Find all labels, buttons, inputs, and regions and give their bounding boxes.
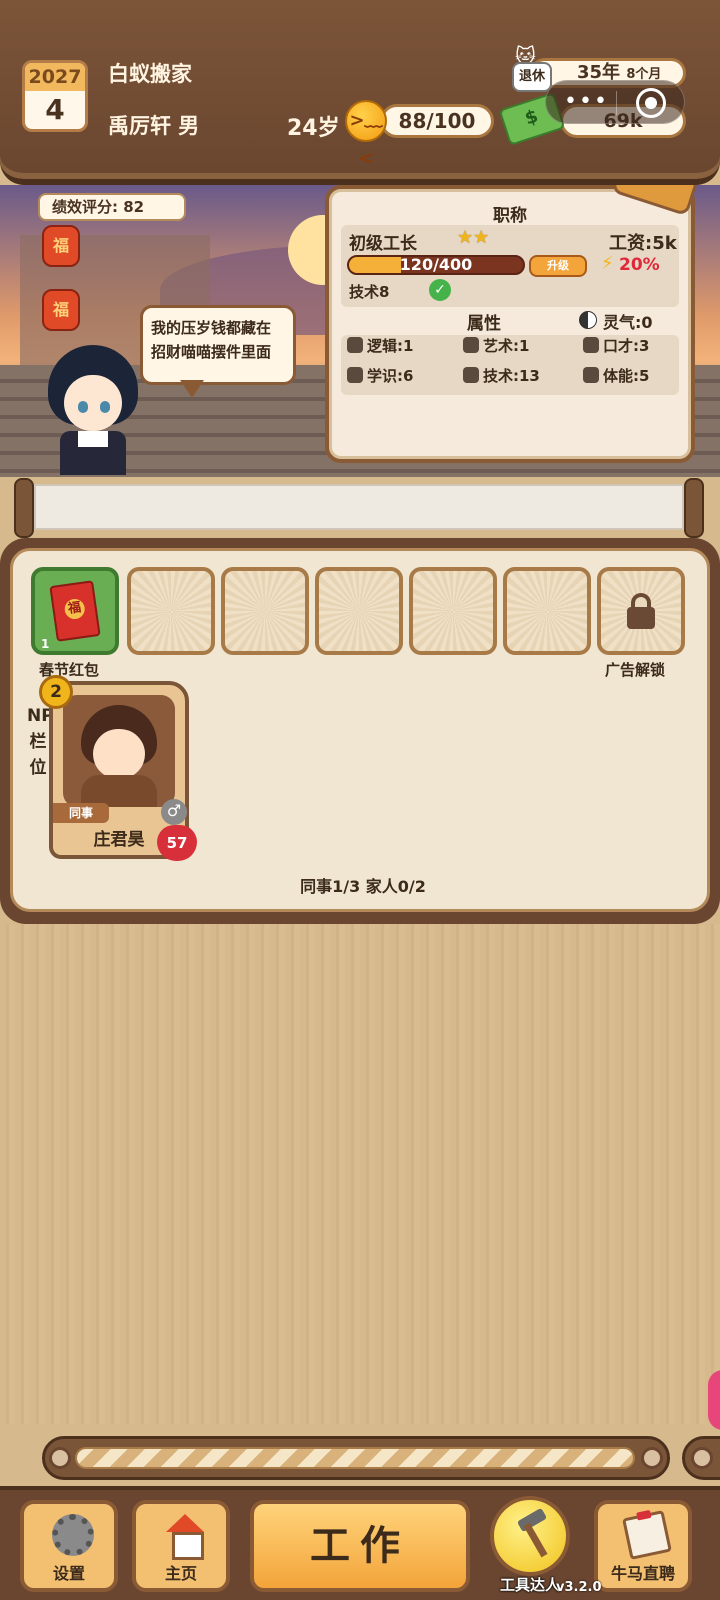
rivet <box>691 1447 713 1469</box>
scroll-roller-right <box>684 478 704 538</box>
attribute-item: 逻辑:1 <box>347 335 413 356</box>
attribute-item: 学识:6 <box>347 365 413 386</box>
lock-icon <box>627 593 655 629</box>
player-name-gender: 禹厉轩 男 <box>108 114 200 138</box>
rivet <box>49 1447 71 1469</box>
home-label: 主页 <box>164 1564 197 1583</box>
inventory-slot-empty[interactable] <box>315 567 403 655</box>
attribute-item: 口才:3 <box>583 335 649 356</box>
performance-score: 绩效评分: 82 <box>38 193 186 221</box>
inventory-slot-empty[interactable] <box>127 567 215 655</box>
npc-portrait <box>63 695 175 807</box>
npc-level-badge: 2 <box>39 675 73 709</box>
luck-value: 灵气:0 <box>603 313 653 332</box>
npc-role-tag: 同事 <box>53 803 109 823</box>
home-button[interactable]: 主页 <box>132 1500 230 1592</box>
recruit-button[interactable]: 牛马直聘 <box>594 1500 692 1592</box>
lips-icon <box>583 337 599 353</box>
scroll-roller-left <box>14 478 34 538</box>
bonus-percent: 20% <box>619 255 660 275</box>
ad-unlock-label: 广告解锁 <box>605 661 666 679</box>
close-miniprogram-icon[interactable] <box>636 88 666 118</box>
speech-bubble-tail <box>180 380 204 398</box>
attribute-item: 体能:5 <box>583 365 649 386</box>
lightning-icon: ⚡ <box>601 253 614 274</box>
calendar: 2027 4 <box>22 60 88 132</box>
inventory-slot-empty[interactable] <box>221 567 309 655</box>
mood-value: 88/100 <box>380 104 494 138</box>
retire-tag: 退休 <box>512 62 552 92</box>
job-title: 初级工长 <box>349 234 417 254</box>
npc-slot-label: NPC栏位 <box>27 706 67 778</box>
capsule-divider <box>616 91 617 115</box>
miniprogram-capsule[interactable]: ••• <box>545 80 685 124</box>
salary: 工资:5k <box>609 233 677 254</box>
version-text: v3.2.0 <box>556 1580 602 1595</box>
game-scene: 福 福 绩效评分: 82 我的压岁钱都藏在招财喵喵摆件里面 职称 初级工长 ★★… <box>0 185 720 477</box>
shield-heart-icon <box>583 367 599 383</box>
brain-icon <box>347 337 363 353</box>
tech-requirement: 技术8 <box>349 283 390 301</box>
bottom-nav: 设置 主页 工作 工具达人 牛马直聘 v3.2.0 <box>0 1486 720 1600</box>
book-icon <box>347 367 363 383</box>
inventory-slot-empty[interactable] <box>409 567 497 655</box>
npc-name: 庄君昊 <box>93 830 145 850</box>
calendar-month: 4 <box>45 93 65 126</box>
monitor-icon <box>463 367 479 383</box>
hammer-icon <box>514 1514 554 1560</box>
npc-card[interactable]: 2 同事 ♂ 庄君昊 57 <box>39 675 197 861</box>
inventory-slot-locked[interactable] <box>597 567 685 655</box>
recruit-label: 牛马直聘 <box>610 1564 675 1583</box>
player-character[interactable] <box>48 345 138 475</box>
gear-icon <box>52 1514 94 1556</box>
more-icon[interactable]: ••• <box>564 89 609 114</box>
speech-bubble: 我的压岁钱都藏在招财喵喵摆件里面 <box>140 305 296 385</box>
heart-icon: 57 <box>157 825 197 861</box>
inventory-panel: 1 春节红包 广告解锁 NPC栏位 2 同事 ♂ 庄君昊 57 同事1/3 家人… <box>0 538 720 924</box>
progress-scroll <box>42 1436 670 1480</box>
yin-yang-icon <box>579 311 597 329</box>
item-count: 1 <box>41 637 50 651</box>
experience-text: 120/400 <box>399 255 473 274</box>
lantern-icon: 福 <box>42 289 80 331</box>
red-packet-icon <box>49 580 101 642</box>
floating-side-button[interactable] <box>708 1370 720 1430</box>
home-icon <box>164 1514 206 1560</box>
rivet <box>641 1447 663 1469</box>
upgrade-button[interactable]: 升级 <box>529 255 587 277</box>
npc-counts: 同事1/3 家人0/2 <box>300 877 426 896</box>
inventory-slot-red-packet[interactable]: 1 <box>31 567 119 655</box>
male-icon: ♂ <box>161 799 187 825</box>
inventory-slot-empty[interactable] <box>503 567 591 655</box>
tool-master-button[interactable] <box>490 1496 570 1576</box>
lantern-icon: 福 <box>42 225 80 267</box>
clipboard-icon <box>622 1510 672 1560</box>
calendar-year: 2027 <box>25 63 85 91</box>
company-name: 白蚁搬家 <box>108 62 192 86</box>
settings-button[interactable]: 设置 <box>20 1500 118 1592</box>
player-age: 24岁 <box>287 116 340 141</box>
job-info-card: 职称 初级工长 ★★ 工资:5k 120/400 升级 ⚡ 20% 技术8 ✓ … <box>325 185 695 463</box>
job-title-heading: 职称 <box>493 206 527 226</box>
check-icon: ✓ <box>429 279 451 301</box>
wood-background <box>0 924 720 1424</box>
top-header: 2027 4 白蚁搬家 禹厉轩 男 24岁 88/100 >﹏< 35年 8个月… <box>0 0 720 185</box>
striped-track <box>75 1447 635 1469</box>
job-rank-stars-icon: ★★ <box>457 227 490 248</box>
attribute-item: 艺术:1 <box>463 335 529 356</box>
attribute-item: 技术:13 <box>463 365 540 386</box>
work-button[interactable]: 工作 <box>250 1500 470 1592</box>
progress-scroll-edge <box>682 1436 720 1480</box>
message-strip <box>34 484 684 530</box>
music-note-icon <box>463 337 479 353</box>
inventory-inner: 1 春节红包 广告解锁 NPC栏位 2 同事 ♂ 庄君昊 57 同事1/3 家人… <box>10 548 710 912</box>
mood-face-icon: >﹏< <box>345 100 387 169</box>
settings-label: 设置 <box>52 1564 85 1583</box>
